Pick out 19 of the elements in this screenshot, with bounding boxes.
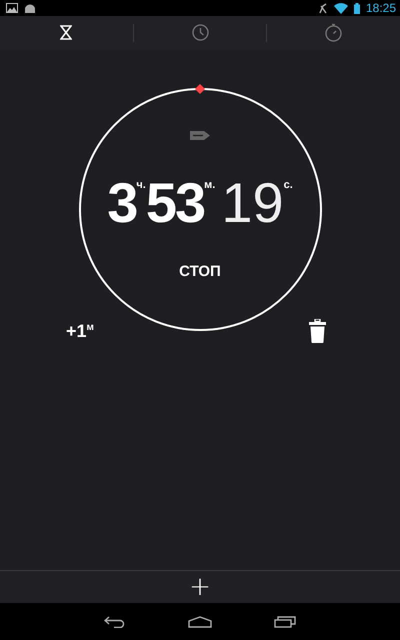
seconds-value: 19 xyxy=(221,175,284,231)
wifi-icon xyxy=(334,2,348,14)
progress-marker-icon xyxy=(195,84,205,94)
label-icon[interactable] xyxy=(190,130,210,141)
add-timer-button[interactable]: + xyxy=(181,574,219,600)
stop-button[interactable]: СТОП xyxy=(173,261,227,282)
minutes-unit: м. xyxy=(204,179,216,191)
hours-value: 3 xyxy=(107,175,136,231)
home-icon[interactable] xyxy=(188,616,212,628)
minutes-value: 53 xyxy=(146,175,204,231)
battery-icon xyxy=(354,2,360,14)
trash-icon[interactable] xyxy=(309,319,326,343)
hours-unit: ч. xyxy=(136,179,146,191)
recent-apps-icon[interactable] xyxy=(274,616,296,628)
add-minute-button[interactable]: +1$^{м}$ xyxy=(66,320,94,342)
back-icon[interactable] xyxy=(104,616,126,628)
image-icon xyxy=(6,3,18,13)
clock-time: 18:25 xyxy=(366,1,396,15)
seconds-unit: с. xyxy=(284,179,293,191)
